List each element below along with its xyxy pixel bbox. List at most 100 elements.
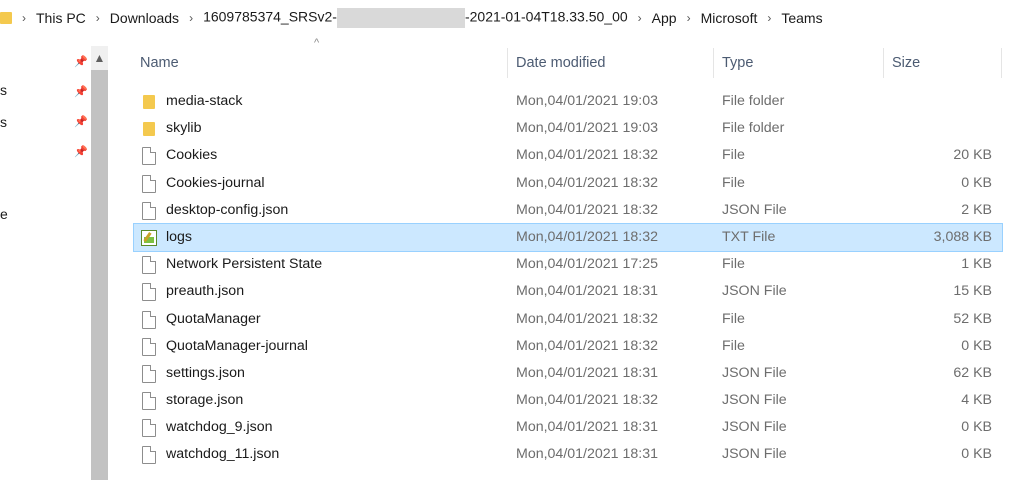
file-type: JSON File [722, 283, 787, 300]
redaction-block [336, 8, 465, 28]
file-type: TXT File [722, 228, 776, 245]
file-date: Mon,04/01/2021 18:32 [516, 310, 658, 327]
list-item-selected[interactable]: logs Mon,04/01/2021 18:32 TXT File 3,088 KB [133, 222, 1003, 253]
list-item[interactable]: storage.json Mon,04/01/2021 18:32 JSON Fil… [134, 387, 1002, 414]
file-name: media-stack [166, 93, 243, 109]
file-size: 0 KB [961, 446, 992, 463]
file-date: Mon,04/01/2021 18:32 [516, 228, 658, 245]
breadcrumb-teams[interactable]: Teams [781, 10, 822, 26]
address-bar[interactable]: › This PC › Downloads › 1609785374_SRSv2… [0, 0, 1024, 36]
breadcrumb-this-pc[interactable]: This PC [36, 10, 86, 26]
file-date: Mon,04/01/2021 18:32 [516, 337, 658, 354]
file-type: JSON File [722, 446, 787, 463]
column-header-size[interactable]: Size [884, 44, 1002, 82]
file-size: 3,088 KB [933, 228, 992, 245]
file-list: media-stack Mon,04/01/2021 19:03 File fold… [133, 88, 1003, 469]
scrollbar-thumb[interactable] [91, 70, 108, 480]
file-date: Mon,04/01/2021 19:03 [516, 120, 658, 137]
pin-icon[interactable]: 📌 [74, 85, 88, 98]
column-header-type-label: Type [722, 55, 754, 71]
file-type: File [722, 337, 745, 354]
breadcrumb-folder-prefix: 1609785374_SRSv2- [203, 8, 337, 25]
folder-icon [143, 95, 155, 109]
file-icon [142, 364, 156, 383]
list-item[interactable]: QuotaManager Mon,04/01/2021 18:32 File 52 K… [134, 306, 1002, 333]
file-date: Mon,04/01/2021 18:31 [516, 419, 658, 436]
nav-scrollbar[interactable]: ▲ [91, 46, 108, 480]
list-item[interactable]: settings.json Mon,04/01/2021 18:31 JSON Fi… [134, 360, 1002, 387]
text-file-icon [141, 229, 157, 246]
list-item[interactable]: preauth.json Mon,04/01/2021 18:31 JSON Fil… [134, 278, 1002, 305]
file-type: File [722, 310, 745, 327]
list-item[interactable]: skylib Mon,04/01/2021 19:03 File folder [134, 115, 1002, 142]
list-item[interactable]: watchdog_11.json Mon,04/01/2021 18:31 JSON… [134, 441, 1002, 468]
file-size: 2 KB [961, 201, 992, 218]
nav-item-label[interactable]: s [0, 114, 7, 130]
file-type: JSON File [722, 364, 787, 381]
file-type: File [722, 147, 745, 164]
file-date: Mon,04/01/2021 18:32 [516, 201, 658, 218]
list-item[interactable]: Cookies Mon,04/01/2021 18:32 File 20 KB [134, 142, 1002, 169]
file-size: 15 KB [953, 283, 992, 300]
file-date: Mon,04/01/2021 18:31 [516, 364, 658, 381]
file-size: 62 KB [953, 364, 992, 381]
chevron-right-icon[interactable]: › [687, 11, 691, 25]
file-icon [142, 283, 156, 302]
file-name: Cookies-journal [166, 174, 265, 191]
list-item[interactable]: watchdog_9.json Mon,04/01/2021 18:31 JSON … [134, 414, 1002, 441]
file-date: Mon,04/01/2021 18:31 [516, 446, 658, 463]
column-header-name-label: Name [140, 55, 179, 71]
column-header-type[interactable]: Type [714, 44, 884, 82]
column-header-size-label: Size [892, 55, 921, 71]
column-header-date-label: Date modified [516, 55, 606, 71]
file-icon [142, 174, 156, 193]
list-item[interactable]: media-stack Mon,04/01/2021 19:03 File fold… [134, 88, 1002, 115]
folder-icon [143, 122, 155, 137]
column-header-row: ^ Name Date modified Type Size [132, 37, 1004, 82]
file-type: JSON File [722, 392, 787, 409]
file-size: 4 KB [961, 392, 992, 409]
folder-icon [0, 9, 12, 27]
file-name: watchdog_9.json [166, 419, 273, 436]
file-icon [142, 446, 156, 465]
file-date: Mon,04/01/2021 18:31 [516, 283, 658, 300]
breadcrumb-microsoft[interactable]: Microsoft [701, 10, 758, 26]
file-date: Mon,04/01/2021 18:32 [516, 392, 658, 409]
file-name: QuotaManager [166, 310, 261, 327]
file-name: Cookies [166, 147, 218, 164]
chevron-right-icon[interactable]: › [96, 11, 100, 25]
file-type: File folder [722, 120, 785, 137]
list-item[interactable]: QuotaManager-journal Mon,04/01/2021 18:32… [134, 333, 1002, 360]
breadcrumb-download-folder[interactable]: 1609785374_SRSv2- -2021-01-04T18.33.50_00 [203, 8, 628, 28]
chevron-right-icon[interactable]: › [22, 11, 26, 25]
column-divider[interactable] [1001, 48, 1002, 78]
breadcrumb-app[interactable]: App [652, 10, 677, 26]
file-date: Mon,04/01/2021 18:32 [516, 174, 658, 191]
file-name: watchdog_11.json [166, 446, 280, 463]
list-item[interactable]: desktop-config.json Mon,04/01/2021 18:32 J… [134, 197, 1002, 224]
pin-icon[interactable]: 📌 [74, 115, 88, 128]
file-name: Network Persistent State [166, 256, 323, 273]
list-item[interactable]: Network Persistent State Mon,04/01/2021 1… [134, 251, 1002, 278]
list-item[interactable]: Cookies-journal Mon,04/01/2021 18:32 File 0… [134, 170, 1002, 197]
file-type: File [722, 256, 745, 273]
file-icon [142, 147, 156, 166]
pin-icon[interactable]: 📌 [74, 55, 88, 68]
scroll-up-arrow-icon[interactable]: ▲ [91, 46, 108, 66]
chevron-right-icon[interactable]: › [767, 11, 771, 25]
file-date: Mon,04/01/2021 17:25 [516, 256, 658, 273]
sort-ascending-icon: ^ [314, 37, 320, 49]
nav-item-label[interactable]: s [0, 82, 7, 98]
file-size: 1 KB [961, 256, 992, 273]
file-name: desktop-config.json [166, 201, 289, 218]
file-name: preauth.json [166, 283, 245, 300]
file-name: QuotaManager-journal [166, 337, 308, 354]
nav-item-label[interactable]: e [0, 206, 8, 222]
chevron-right-icon[interactable]: › [189, 11, 193, 25]
column-header-name[interactable]: ^ Name [132, 37, 508, 82]
pin-icon[interactable]: 📌 [74, 145, 88, 158]
chevron-right-icon[interactable]: › [638, 11, 642, 25]
file-icon [142, 392, 156, 411]
column-header-date-modified[interactable]: Date modified [508, 44, 714, 82]
breadcrumb-downloads[interactable]: Downloads [110, 10, 179, 26]
